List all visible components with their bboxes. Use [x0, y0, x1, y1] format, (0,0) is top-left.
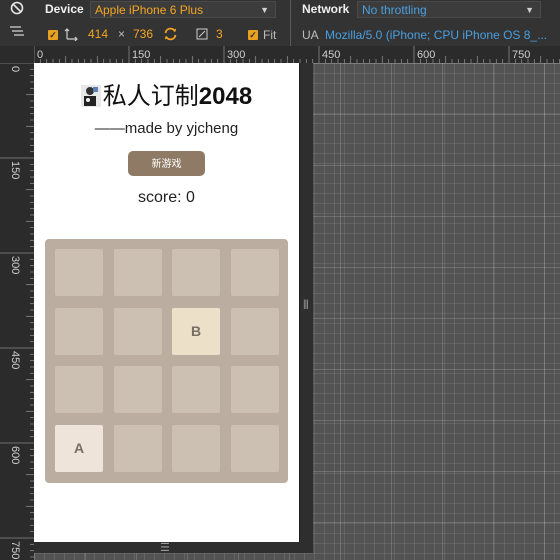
drawer-icon[interactable] [9, 24, 25, 38]
empty-cell [172, 249, 220, 296]
ruler-left-label: 600 [9, 446, 21, 464]
device-select-value: Apple iPhone 6 Plus [95, 3, 204, 17]
ruler-top-label: 450 [322, 49, 340, 61]
empty-cell [114, 366, 162, 413]
ruler-left: 0 150 300 450 600 750 [0, 63, 34, 560]
device-viewport: 私人订制2048 ——made by yjcheng 新游戏 score: 0 … [34, 63, 299, 542]
subtitle: ——made by yjcheng [94, 120, 239, 137]
score-text: score: 0 [138, 189, 195, 206]
empty-cell [231, 425, 279, 472]
ruler-left-label: 150 [9, 161, 21, 179]
swap-dimensions-icon[interactable] [64, 27, 78, 41]
page-title: 私人订制2048 [34, 76, 299, 111]
ruler-top-label: 600 [417, 49, 435, 61]
grip-icon: ||| [303, 299, 309, 310]
ruler-corner [0, 46, 34, 63]
new-game-button[interactable]: 新游戏 [128, 151, 205, 176]
resize-handle-right[interactable]: ||| [299, 63, 313, 553]
empty-cell [114, 425, 162, 472]
height-value[interactable]: 736 [133, 27, 153, 41]
resize-handle-bottom[interactable]: ☰ [34, 542, 299, 554]
empty-cell [172, 425, 220, 472]
times-sign: × [118, 27, 126, 41]
empty-cell [231, 308, 279, 355]
fit-checkbox[interactable]: ✓ [248, 30, 258, 40]
pixel-ratio-icon [196, 28, 208, 40]
empty-cell [55, 366, 103, 413]
device-label: Device [45, 2, 84, 16]
pixel-ratio-value[interactable]: 3 [216, 27, 223, 41]
network-select[interactable]: No throttling ▼ [357, 1, 541, 18]
user-agent-value[interactable]: Mozilla/5.0 (iPhone; CPU iPhone OS 8_... [325, 28, 547, 42]
ruler-top-label: 150 [132, 49, 150, 61]
width-value[interactable]: 414 [88, 27, 108, 41]
ruler-top: 0 150 300 450 600 750 [34, 46, 560, 63]
grip-icon: ☰ [160, 542, 170, 554]
rotate-icon[interactable] [163, 27, 178, 41]
empty-cell [55, 249, 103, 296]
ruler-left-label: 300 [9, 256, 21, 274]
ruler-left-label: 450 [9, 351, 21, 369]
disable-emulation-icon[interactable] [10, 1, 24, 15]
toolbar-divider [290, 0, 291, 46]
game-board: BA [45, 239, 288, 483]
empty-cell [231, 249, 279, 296]
dropdown-arrow-icon: ▼ [260, 5, 269, 15]
empty-cell [231, 366, 279, 413]
ua-label: UA [302, 28, 319, 42]
resize-handle-corner[interactable] [299, 542, 313, 553]
ruler-top-label: 750 [512, 49, 530, 61]
tile-a: A [55, 425, 103, 472]
avatar-logo-icon [80, 85, 101, 107]
fit-label: Fit [263, 28, 277, 42]
empty-cell [55, 308, 103, 355]
device-toolbar: Device Apple iPhone 6 Plus ▼ ✓ 414 × 736… [0, 0, 560, 46]
empty-cell [172, 366, 220, 413]
empty-cell [114, 308, 162, 355]
dropdown-arrow-icon: ▼ [525, 5, 534, 15]
title-number: 2048 [198, 83, 253, 110]
resolution-checkbox[interactable]: ✓ [48, 30, 58, 40]
ruler-left-label: 0 [9, 66, 21, 72]
ruler-top-label: 0 [37, 49, 43, 61]
network-select-value: No throttling [362, 3, 427, 17]
tile-b: B [172, 308, 220, 355]
empty-cell [114, 249, 162, 296]
device-select[interactable]: Apple iPhone 6 Plus ▼ [90, 1, 276, 18]
network-label: Network [302, 2, 350, 16]
ruler-left-label: 750 [9, 541, 21, 559]
title-chinese: 私人订制 [102, 82, 199, 110]
ruler-top-label: 300 [227, 49, 245, 61]
